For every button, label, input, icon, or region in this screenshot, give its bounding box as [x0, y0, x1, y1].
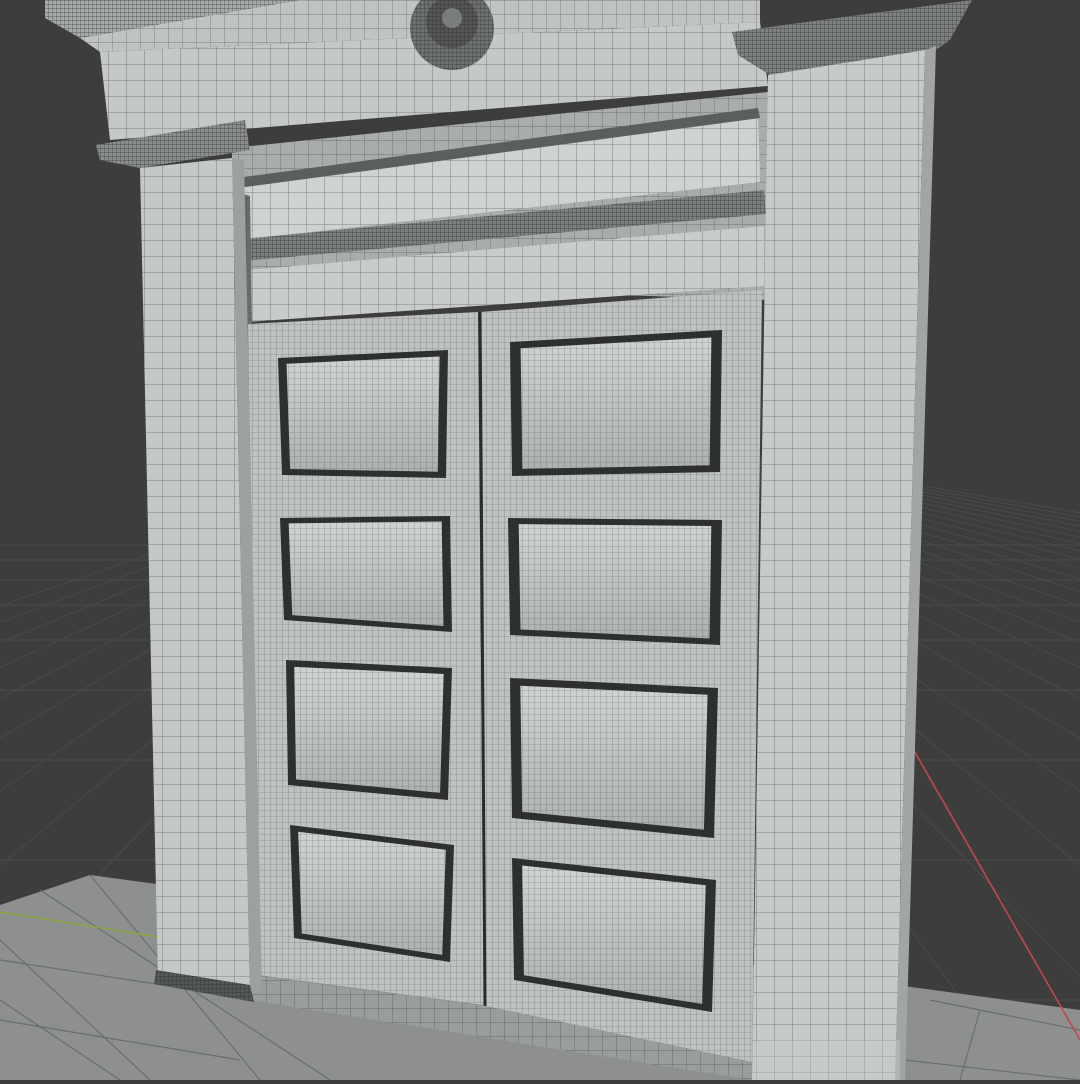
door-model[interactable] [45, 0, 972, 1080]
viewport-canvas[interactable] [0, 0, 1080, 1081]
door-panel-wire [520, 337, 712, 469]
door-panel-wire [518, 524, 712, 639]
door-panel-wire [288, 521, 444, 626]
door-panel-wire [294, 666, 444, 793]
door-leaves[interactable] [248, 290, 762, 1062]
left-pilaster [96, 120, 262, 1002]
right-pilaster [732, 0, 972, 1080]
3d-viewport[interactable] [0, 0, 1080, 1081]
door-panel-wire [520, 685, 708, 830]
door-panel-wire [286, 356, 440, 472]
